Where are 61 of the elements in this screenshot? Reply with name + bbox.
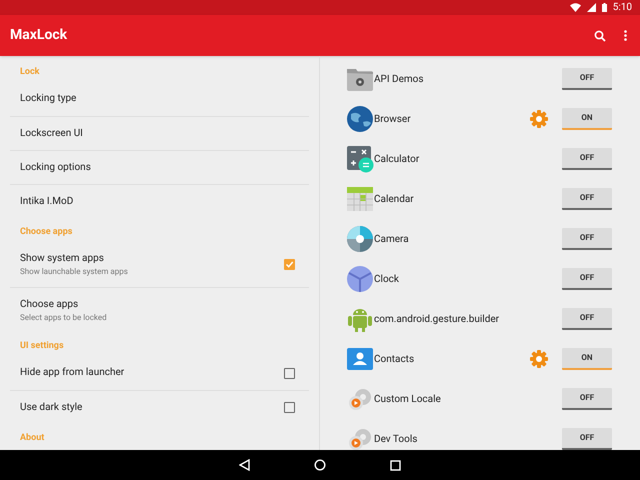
contact-card-icon bbox=[346, 345, 374, 373]
camera-lens-icon bbox=[346, 225, 374, 253]
lock-toggle[interactable]: OFF bbox=[562, 188, 612, 210]
lock-toggle[interactable]: OFF bbox=[562, 428, 612, 450]
calendar-icon bbox=[346, 185, 374, 213]
cube-icon bbox=[346, 265, 374, 293]
settings-item[interactable]: Locking type bbox=[10, 82, 309, 116]
lock-toggle[interactable]: ON bbox=[562, 108, 612, 130]
setting-title: Intika I.MoD bbox=[20, 194, 74, 208]
app-name: Clock bbox=[374, 272, 400, 286]
clock-time: 5:10 bbox=[612, 1, 632, 15]
settings-item[interactable]: Hide app from launcher bbox=[10, 356, 309, 390]
app-name: Calculator bbox=[374, 152, 420, 166]
settings-item[interactable]: Show system apps Show launchable system apps bbox=[10, 242, 309, 287]
setting-title: Locking type bbox=[20, 92, 76, 106]
calculator-icon bbox=[346, 145, 374, 173]
signal-icon bbox=[586, 3, 596, 12]
lock-toggle[interactable]: OFF bbox=[562, 268, 612, 290]
section-header: UI settings bbox=[19, 340, 65, 354]
section-header: Choose apps bbox=[19, 226, 74, 240]
lock-toggle[interactable]: OFF bbox=[562, 148, 612, 170]
setting-title: Lockscreen UI bbox=[20, 126, 83, 140]
settings-item[interactable]: Intika I.MoD bbox=[10, 184, 309, 218]
globe-icon bbox=[346, 105, 374, 133]
settings-item[interactable]: Lockscreen UI bbox=[10, 116, 309, 150]
app-name: Calendar bbox=[374, 192, 415, 206]
section-header: About bbox=[19, 432, 46, 446]
section-header: Lock bbox=[19, 66, 40, 80]
lock-toggle[interactable]: OFF bbox=[562, 228, 612, 250]
setting-title: Hide app from launcher bbox=[20, 366, 124, 380]
lock-toggle[interactable]: ON bbox=[562, 348, 612, 370]
setting-summary: Select apps to be locked bbox=[20, 312, 107, 322]
search-icon bbox=[594, 30, 606, 42]
settings-item[interactable]: Choose apps Select apps to be locked bbox=[10, 287, 309, 332]
back-icon[interactable] bbox=[239, 459, 250, 471]
battery-icon bbox=[602, 3, 607, 12]
lock-toggle[interactable]: OFF bbox=[562, 308, 612, 330]
app-name: Camera bbox=[374, 232, 410, 246]
home-icon[interactable] bbox=[314, 459, 326, 471]
settings-item[interactable]: Use dark style bbox=[10, 390, 309, 424]
setting-summary: Show launchable system apps bbox=[20, 266, 128, 277]
lock-toggle[interactable]: OFF bbox=[562, 68, 612, 90]
app-name: Browser bbox=[374, 112, 412, 126]
checkbox[interactable] bbox=[284, 368, 295, 378]
more-icon bbox=[624, 30, 626, 41]
checkbox[interactable] bbox=[284, 259, 295, 270]
app-name: API Demos bbox=[374, 72, 425, 86]
app-name: com.android.gesture.builder bbox=[374, 312, 500, 326]
app-name: Custom Locale bbox=[374, 392, 442, 406]
setting-title: Show system apps bbox=[20, 252, 104, 266]
app-title: MaxLock bbox=[10, 26, 68, 45]
recents-icon[interactable] bbox=[390, 460, 401, 470]
setting-title: Choose apps bbox=[20, 298, 78, 312]
lock-toggle[interactable]: OFF bbox=[562, 388, 612, 410]
settings-item[interactable]: Locking options bbox=[10, 150, 309, 184]
app-name: Contacts bbox=[374, 352, 416, 366]
wifi-icon bbox=[570, 3, 581, 12]
checkbox[interactable] bbox=[284, 402, 295, 413]
setting-title: Use dark style bbox=[20, 400, 82, 414]
app-name: Dev Tools bbox=[374, 432, 418, 446]
setting-title: Locking options bbox=[20, 160, 91, 174]
